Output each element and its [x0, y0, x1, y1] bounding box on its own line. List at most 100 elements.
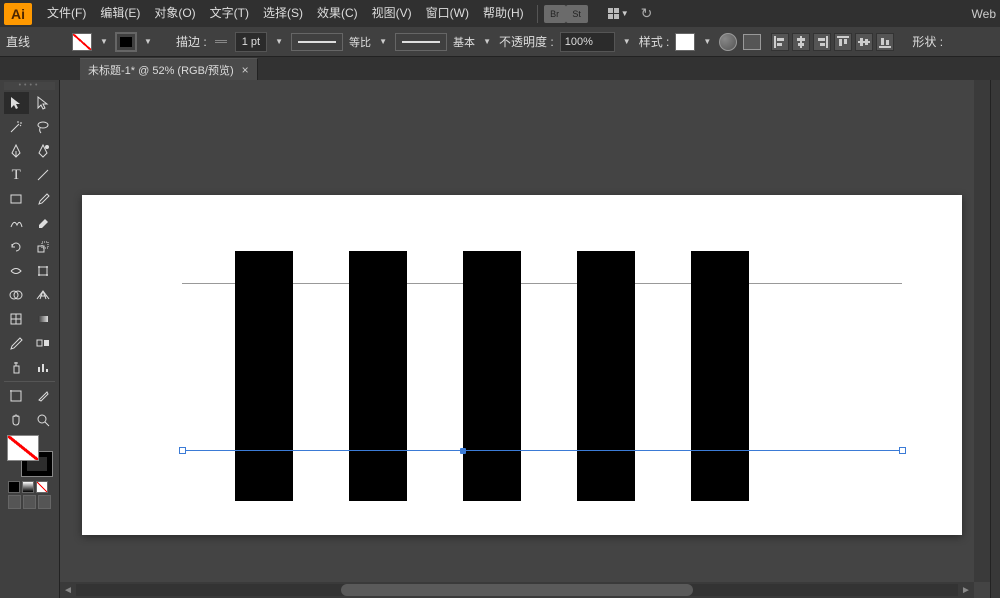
- fill-stroke-indicator[interactable]: [5, 435, 55, 477]
- draw-inside[interactable]: [38, 495, 51, 509]
- align-vcenter-button[interactable]: [855, 33, 873, 51]
- menu-file[interactable]: 文件(F): [40, 0, 93, 27]
- align-bottom-button[interactable]: [876, 33, 894, 51]
- tab-close-button[interactable]: ×: [242, 63, 249, 77]
- align-hcenter-button[interactable]: [792, 33, 810, 51]
- options-bar: 直线 ▼ ▼ 描边 : 1 pt ▼ 等比 ▼ 基本 ▼ 不透明度 : 100%…: [0, 27, 1000, 57]
- color-gradient[interactable]: [22, 481, 34, 493]
- selection-handle-right[interactable]: [899, 447, 906, 454]
- width-profile-field[interactable]: [291, 33, 343, 51]
- menu-help[interactable]: 帮助(H): [476, 0, 531, 27]
- stroke-stepper[interactable]: [215, 34, 227, 50]
- vertical-scrollbar[interactable]: [974, 80, 990, 582]
- scale-tool[interactable]: [31, 236, 56, 258]
- style-dropdown-icon[interactable]: ▼: [701, 33, 713, 51]
- direct-selection-tool[interactable]: [31, 92, 56, 114]
- menu-edit[interactable]: 编辑(E): [93, 0, 147, 27]
- arrange-dropdown-icon[interactable]: ▼: [619, 5, 631, 23]
- style-swatch[interactable]: [675, 33, 695, 51]
- align-left-button[interactable]: [771, 33, 789, 51]
- menu-object[interactable]: 对象(O): [147, 0, 202, 27]
- separator: [537, 5, 538, 23]
- selected-line-path[interactable]: [182, 450, 902, 451]
- horizontal-scrollbar[interactable]: ◄ ►: [60, 582, 974, 598]
- scroll-track[interactable]: [76, 584, 958, 596]
- fill-dropdown-icon[interactable]: ▼: [98, 33, 110, 51]
- stroke-dropdown-icon[interactable]: ▼: [142, 33, 154, 51]
- width-profile-dropdown-icon[interactable]: ▼: [377, 33, 389, 51]
- eyedropper-tool[interactable]: [4, 332, 29, 354]
- menu-effect[interactable]: 效果(C): [310, 0, 365, 27]
- gpu-preview-icon[interactable]: ↻: [641, 5, 653, 22]
- document-tab[interactable]: 未标题-1* @ 52% (RGB/预览) ×: [80, 58, 258, 80]
- selection-tool[interactable]: [4, 92, 29, 114]
- eraser-tool[interactable]: [31, 212, 56, 234]
- workspace-switcher[interactable]: Web: [972, 7, 996, 21]
- pen-tool[interactable]: [4, 140, 29, 162]
- curvature-tool[interactable]: [31, 140, 56, 162]
- draw-behind[interactable]: [23, 495, 36, 509]
- shape-label: 形状 :: [912, 33, 943, 50]
- stock-button[interactable]: St: [566, 5, 588, 23]
- symbol-sprayer-tool[interactable]: [4, 356, 29, 378]
- scroll-thumb[interactable]: [341, 584, 694, 596]
- menu-type[interactable]: 文字(T): [203, 0, 256, 27]
- gradient-tool[interactable]: [31, 308, 56, 330]
- black-rectangle-1[interactable]: [235, 251, 293, 501]
- black-rectangle-3[interactable]: [463, 251, 521, 501]
- paintbrush-tool[interactable]: [31, 188, 56, 210]
- align-right-button[interactable]: [813, 33, 831, 51]
- column-graph-tool[interactable]: [31, 356, 56, 378]
- scroll-left-icon[interactable]: ◄: [60, 582, 76, 598]
- rectangle-tool[interactable]: [4, 188, 29, 210]
- line-tool[interactable]: [31, 164, 56, 186]
- selection-handle-left[interactable]: [179, 447, 186, 454]
- free-transform-tool[interactable]: [31, 260, 56, 282]
- color-solid[interactable]: [8, 481, 20, 493]
- black-rectangle-5[interactable]: [691, 251, 749, 501]
- width-tool[interactable]: [4, 260, 29, 282]
- canvas-area[interactable]: ◄ ►: [60, 80, 990, 598]
- arrange-docs-button[interactable]: [608, 8, 619, 19]
- color-none[interactable]: [36, 481, 48, 493]
- scroll-right-icon[interactable]: ►: [958, 582, 974, 598]
- hand-tool[interactable]: [4, 409, 29, 431]
- menu-window[interactable]: 窗口(W): [419, 0, 476, 27]
- draw-normal[interactable]: [8, 495, 21, 509]
- opacity-dropdown-icon[interactable]: ▼: [621, 33, 633, 51]
- lasso-tool[interactable]: [31, 116, 56, 138]
- stroke-swatch[interactable]: [116, 33, 136, 51]
- style-label: 样式 :: [639, 33, 670, 50]
- black-rectangle-2[interactable]: [349, 251, 407, 501]
- type-tool[interactable]: T: [4, 164, 29, 186]
- black-rectangle-4[interactable]: [577, 251, 635, 501]
- doc-setup-button[interactable]: [743, 34, 761, 50]
- slice-tool[interactable]: [31, 385, 56, 407]
- fill-swatch[interactable]: [72, 33, 92, 51]
- rotate-tool[interactable]: [4, 236, 29, 258]
- magic-wand-tool[interactable]: [4, 116, 29, 138]
- tool-panel-handle[interactable]: ••••: [4, 82, 55, 90]
- menu-view[interactable]: 视图(V): [365, 0, 419, 27]
- shaper-tool[interactable]: [4, 212, 29, 234]
- stroke-weight-field[interactable]: 1 pt: [235, 32, 267, 52]
- menu-select[interactable]: 选择(S): [256, 0, 310, 27]
- zoom-tool[interactable]: [31, 409, 56, 431]
- bridge-button[interactable]: Br: [544, 5, 566, 23]
- selection-anchor-center[interactable]: [460, 448, 466, 454]
- opacity-field[interactable]: 100%: [560, 32, 615, 52]
- mesh-tool[interactable]: [4, 308, 29, 330]
- stroke-weight-dropdown-icon[interactable]: ▼: [273, 33, 285, 51]
- blend-tool[interactable]: [31, 332, 56, 354]
- align-top-button[interactable]: [834, 33, 852, 51]
- artboard-tool[interactable]: [4, 385, 29, 407]
- fill-box[interactable]: [7, 435, 39, 461]
- brush-def-dropdown-icon[interactable]: ▼: [481, 33, 493, 51]
- menu-bar: Ai 文件(F) 编辑(E) 对象(O) 文字(T) 选择(S) 效果(C) 视…: [0, 0, 1000, 27]
- artboard[interactable]: [82, 195, 962, 535]
- recolor-button[interactable]: [719, 33, 737, 51]
- shape-builder-tool[interactable]: [4, 284, 29, 306]
- brush-def-field[interactable]: [395, 33, 447, 51]
- panel-dock[interactable]: [990, 80, 1000, 598]
- perspective-grid-tool[interactable]: [31, 284, 56, 306]
